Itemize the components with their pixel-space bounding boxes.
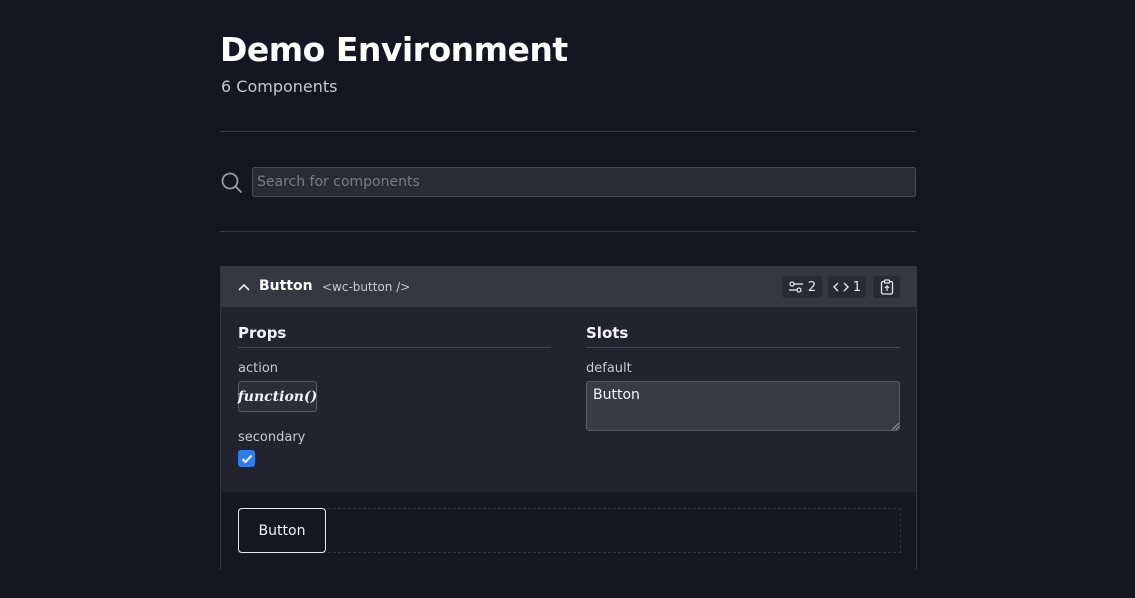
search-icon [221, 172, 242, 193]
props-section-title: Props [238, 324, 287, 342]
component-count: 6 Components [221, 77, 338, 96]
code-count-button[interactable]: 1 [828, 276, 866, 298]
checkmark-icon [241, 454, 252, 463]
default-slot-textarea[interactable]: Button [586, 381, 900, 431]
section-divider [238, 347, 551, 348]
chevron-up-icon[interactable] [237, 281, 251, 293]
prop-label-action: action [238, 361, 279, 376]
sliders-icon [788, 281, 803, 293]
action-function-button[interactable]: function() [238, 381, 317, 412]
clipboard-icon [880, 279, 893, 295]
component-preview: Button [221, 492, 916, 570]
divider [220, 231, 916, 232]
copy-button[interactable] [873, 276, 900, 298]
component-name: Button [259, 278, 313, 294]
component-card: Button <wc-button /> 2 1 Props action fu… [220, 266, 917, 570]
search-input[interactable] [252, 167, 916, 197]
preview-frame [238, 508, 901, 553]
component-controls: Props action function() secondary Slots … [221, 307, 916, 492]
page-title: Demo Environment [220, 30, 568, 69]
section-divider [586, 347, 900, 348]
secondary-checkbox[interactable] [238, 450, 255, 467]
slot-label-default: default [586, 361, 632, 376]
divider [220, 131, 916, 132]
props-count: 2 [807, 279, 817, 295]
code-count: 1 [852, 279, 862, 295]
component-header[interactable]: Button <wc-button /> 2 1 [221, 267, 916, 307]
component-tag: <wc-button /> [322, 280, 411, 294]
preview-button[interactable]: Button [238, 508, 326, 553]
resize-grip-icon[interactable] [892, 423, 899, 430]
props-count-button[interactable]: 2 [782, 276, 822, 298]
prop-label-secondary: secondary [238, 430, 306, 445]
code-icon [832, 282, 849, 292]
slots-section-title: Slots [586, 324, 629, 342]
